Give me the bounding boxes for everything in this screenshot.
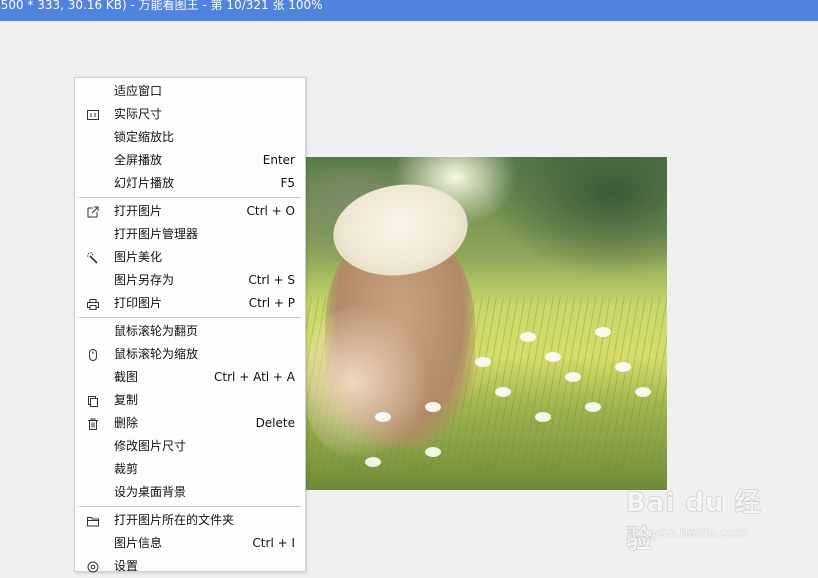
menu-item-wheel-page[interactable]: 鼠标滚轮为翻页 bbox=[75, 320, 305, 343]
menu-item-print[interactable]: 打印图片 Ctrl + P bbox=[75, 292, 305, 315]
menu-item-slideshow[interactable]: 幻灯片播放 F5 bbox=[75, 172, 305, 195]
menu-item-open-folder[interactable]: 打开图片所在的文件夹 bbox=[75, 509, 305, 532]
menu-item-beautify[interactable]: 图片美化 bbox=[75, 246, 305, 269]
menu-separator bbox=[79, 506, 301, 507]
menu-item-actual-size[interactable]: 实际尺寸 bbox=[75, 103, 305, 126]
mouse-icon bbox=[89, 349, 97, 361]
displayed-photo[interactable] bbox=[305, 157, 667, 490]
menu-item-image-manager[interactable]: 打开图片管理器 bbox=[75, 223, 305, 246]
menu-item-resize[interactable]: 修改图片尺寸 bbox=[75, 435, 305, 458]
menu-separator bbox=[79, 317, 301, 318]
menu-item-save-as[interactable]: 图片另存为 Ctrl + S bbox=[75, 269, 305, 292]
settings-icon bbox=[87, 561, 99, 573]
menu-item-screenshot[interactable]: 截图 Ctrl + Atl + A bbox=[75, 366, 305, 389]
actual-size-icon bbox=[87, 110, 99, 120]
menu-item-image-info[interactable]: 图片信息 Ctrl + I bbox=[75, 532, 305, 555]
window-title: (500 * 333, 30.16 KB) - 万能看图王 - 第 10/321… bbox=[0, 0, 323, 12]
magic-wand-icon bbox=[87, 252, 98, 264]
menu-item-crop[interactable]: 裁剪 bbox=[75, 458, 305, 481]
menu-item-open-image[interactable]: 打开图片 Ctrl + O bbox=[75, 200, 305, 223]
copy-icon bbox=[88, 396, 98, 407]
open-external-icon bbox=[87, 206, 99, 218]
folder-icon bbox=[87, 517, 99, 527]
menu-separator bbox=[79, 197, 301, 198]
menu-item-wheel-zoom[interactable]: 鼠标滚轮为缩放 bbox=[75, 343, 305, 366]
menu-item-fullscreen[interactable]: 全屏播放 Enter bbox=[75, 149, 305, 172]
menu-item-delete[interactable]: 删除 Delete bbox=[75, 412, 305, 435]
watermark-url: jingyan.baidu.com bbox=[628, 526, 748, 541]
menu-item-copy[interactable]: 复制 bbox=[75, 389, 305, 412]
watermark-brand: Bai du 经验 bbox=[626, 488, 762, 555]
trash-icon bbox=[88, 418, 98, 430]
printer-icon bbox=[87, 299, 99, 310]
menu-item-lock-zoom[interactable]: 锁定缩放比 bbox=[75, 126, 305, 149]
baidu-watermark: Bai du 经验 jingyan.baidu.com bbox=[626, 482, 786, 555]
title-bar: (500 * 333, 30.16 KB) - 万能看图王 - 第 10/321… bbox=[0, 0, 818, 21]
menu-item-settings[interactable]: 设置 bbox=[75, 555, 305, 578]
menu-item-set-wallpaper[interactable]: 设为桌面背景 bbox=[75, 481, 305, 504]
context-menu: 适应窗口 实际尺寸 锁定缩放比 全屏播放 Enter 幻灯片播放 F5 打开图片… bbox=[74, 77, 306, 573]
menu-item-fit-window[interactable]: 适应窗口 bbox=[75, 80, 305, 103]
